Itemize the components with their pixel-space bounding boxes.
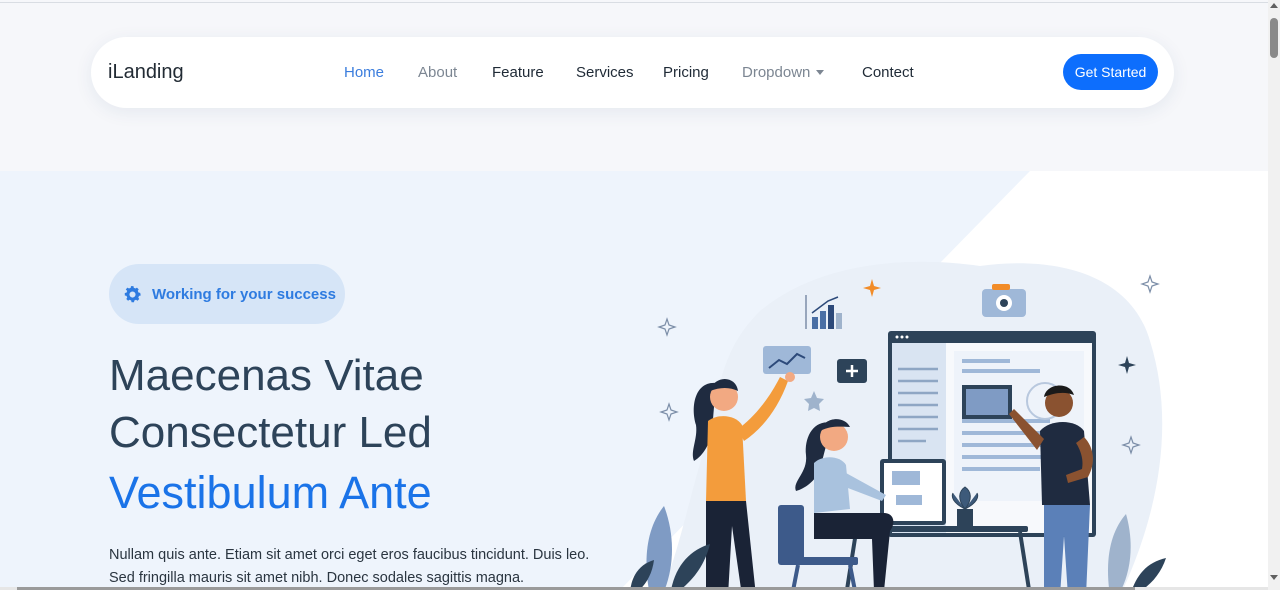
lead-line-1: Nullam quis ante. Etiam sit amet orci eg…	[109, 547, 590, 563]
nav-feature[interactable]: Feature	[492, 64, 544, 81]
hero-section: Working for your success Maecenas Vitae …	[0, 171, 1268, 590]
hero-headline: Maecenas Vitae Consectetur Led	[109, 347, 432, 461]
nav-contact[interactable]: Contect	[862, 64, 914, 81]
nav-services[interactable]: Services	[576, 64, 634, 81]
logo[interactable]: iLanding	[108, 61, 184, 84]
nav-dropdown[interactable]: Dropdown	[742, 64, 825, 81]
headline-line-2: Consectetur Led	[109, 408, 432, 457]
hero-illustration	[630, 261, 1166, 590]
hero-headline-accent: Vestibulum Ante	[109, 467, 432, 518]
nav-dropdown-label: Dropdown	[742, 64, 811, 81]
scroll-down-arrow-icon[interactable]	[1270, 575, 1278, 580]
top-border	[0, 2, 1268, 3]
nav-pricing[interactable]: Pricing	[663, 64, 709, 81]
nav-home[interactable]: Home	[344, 64, 384, 81]
nav-about[interactable]: About	[418, 64, 457, 81]
scroll-thumb[interactable]	[1270, 18, 1278, 58]
vertical-scrollbar[interactable]	[1268, 0, 1280, 590]
hero-lead-text: Nullam quis ante. Etiam sit amet orci eg…	[109, 544, 629, 590]
lead-line-2: Sed fringilla mauris sit amet nibh. Done…	[109, 570, 525, 586]
chevron-down-icon	[816, 69, 825, 75]
navbar: iLanding Home About Feature Services Pri…	[91, 37, 1174, 108]
headline-line-1: Maecenas Vitae	[109, 351, 424, 400]
gear-icon	[124, 285, 141, 302]
scroll-up-arrow-icon[interactable]	[1270, 3, 1278, 8]
get-started-button[interactable]: Get Started	[1063, 54, 1158, 90]
badge-text: Working for your success	[152, 285, 336, 303]
hero-badge: Working for your success	[109, 264, 345, 324]
